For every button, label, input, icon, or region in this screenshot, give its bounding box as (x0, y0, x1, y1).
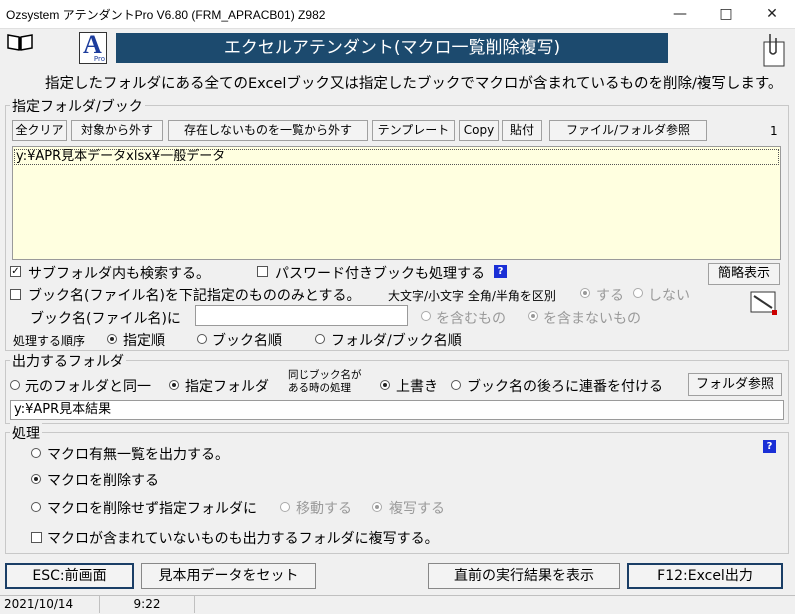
case-no-radio[interactable] (633, 288, 643, 298)
clear-all-button[interactable]: 全クリア (12, 120, 67, 141)
overwrite-label: 上書き (396, 379, 438, 395)
subfolder-checkbox[interactable]: ✓ (10, 266, 21, 277)
move-label: 移動する (296, 501, 352, 517)
order-book-label: ブック名順 (212, 333, 282, 349)
move-radio[interactable] (280, 502, 290, 512)
description: 指定したフォルダにある全てのExcelブック又は指定したブックでマクロが含まれて… (45, 76, 783, 92)
subfolder-label: サブフォルダ内も検索する。 (28, 266, 210, 282)
output-path-input[interactable]: y:¥APR見本結果 (10, 400, 784, 420)
bookname-input-label: ブック名(ファイル名)に (30, 311, 181, 327)
copy-no-macro-label: マクロが含まれていないものも出力するフォルダに複写する。 (47, 531, 439, 547)
output-list-label: マクロ有無一覧を出力する。 (47, 447, 229, 463)
clip-icon[interactable] (760, 32, 790, 68)
status-time: 9:22 (100, 596, 195, 613)
bookname-checkbox[interactable] (10, 289, 21, 300)
case-no-label: しない (648, 288, 690, 304)
no-delete-radio[interactable] (31, 502, 41, 512)
same-name-label-2: ある時の処理 (288, 382, 351, 394)
no-delete-label: マクロを削除せず指定フォルダに (47, 501, 257, 517)
bookname-filter-label: ブック名(ファイル名)を下記指定のもののみとする。 (28, 288, 361, 304)
append-number-label: ブック名の後ろに連番を付ける (467, 379, 663, 395)
output-group-label: 出力するフォルダ (10, 351, 126, 371)
folder-list[interactable]: y:¥APR見本データxlsx¥一般データ (12, 146, 781, 260)
overwrite-radio[interactable] (380, 380, 390, 390)
case-label: 大文字/小文字 全角/半角を区別 (388, 289, 556, 303)
copy-no-macro-checkbox[interactable] (31, 532, 42, 543)
edit-note-icon[interactable] (748, 288, 780, 318)
logo-sub: Pro (93, 55, 105, 63)
contains-radio[interactable] (421, 311, 431, 321)
app-logo: A Pro (79, 30, 107, 64)
prev-result-button[interactable]: 直前の実行結果を表示 (428, 563, 620, 589)
case-yes-radio[interactable] (580, 288, 590, 298)
template-button[interactable]: テンプレート (372, 120, 455, 141)
order-label: 処理する順序 (13, 334, 86, 348)
specified-folder-radio[interactable] (169, 380, 179, 390)
esc-button[interactable]: ESC:前画面 (5, 563, 134, 589)
copy-label: 複写する (389, 501, 445, 517)
item-count: 1 (770, 124, 778, 138)
paste-button[interactable]: 貼付 (502, 120, 542, 141)
order-folder-label: フォルダ/ブック名順 (331, 333, 462, 349)
delete-macro-radio[interactable] (31, 474, 41, 484)
book-icon[interactable] (6, 32, 34, 52)
close-button[interactable]: ✕ (749, 0, 795, 28)
browse-button[interactable]: ファイル/フォルダ参照 (549, 120, 707, 141)
same-name-label-1: 同じブック名が (288, 369, 362, 381)
f12-excel-button[interactable]: F12:Excel出力 (627, 563, 783, 589)
list-item[interactable]: y:¥APR見本データxlsx¥一般データ (14, 149, 779, 165)
order-folder-radio[interactable] (315, 334, 325, 344)
order-specified-radio[interactable] (107, 334, 117, 344)
same-folder-radio[interactable] (10, 380, 20, 390)
folder-group-label: 指定フォルダ/ブック (10, 96, 145, 116)
browse-folder-button[interactable]: フォルダ参照 (688, 373, 782, 396)
title-bar: Ozsystem アテンダントPro V6.80 (FRM_APRACB01) … (0, 0, 795, 29)
window-title: Ozsystem アテンダントPro V6.80 (FRM_APRACB01) … (6, 8, 326, 22)
banner-title: エクセルアテンダント(マクロ一覧削除複写) (116, 33, 668, 63)
contains-label: を含むもの (436, 311, 506, 327)
not-contains-label: を含まないもの (543, 311, 641, 327)
append-number-radio[interactable] (451, 380, 461, 390)
password-checkbox[interactable] (257, 266, 268, 277)
exclude-missing-button[interactable]: 存在しないものを一覧から外す (168, 120, 368, 141)
copy-radio[interactable] (372, 502, 382, 512)
output-list-radio[interactable] (31, 448, 41, 458)
order-specified-label: 指定順 (123, 333, 165, 349)
copy-button[interactable]: Copy (459, 120, 499, 141)
status-date: 2021/10/14 (0, 596, 100, 613)
maximize-button[interactable]: □ (703, 0, 749, 28)
sample-data-button[interactable]: 見本用データをセット (141, 563, 316, 589)
process-group-label: 処理 (10, 423, 42, 443)
same-folder-label: 元のフォルダと同一 (25, 379, 151, 395)
process-help-icon[interactable]: ? (763, 440, 776, 453)
help-icon[interactable]: ? (494, 265, 507, 278)
delete-macro-label: マクロを削除する (47, 473, 159, 489)
simple-display-button[interactable]: 簡略表示 (708, 263, 780, 285)
order-book-radio[interactable] (197, 334, 207, 344)
case-yes-label: する (596, 288, 624, 304)
specified-folder-label: 指定フォルダ (185, 379, 269, 395)
bookname-input[interactable] (195, 305, 408, 326)
not-contains-radio[interactable] (528, 311, 538, 321)
exclude-button[interactable]: 対象から外す (71, 120, 163, 141)
minimize-button[interactable]: — (657, 0, 703, 28)
password-label: パスワード付きブックも処理する (275, 266, 485, 282)
